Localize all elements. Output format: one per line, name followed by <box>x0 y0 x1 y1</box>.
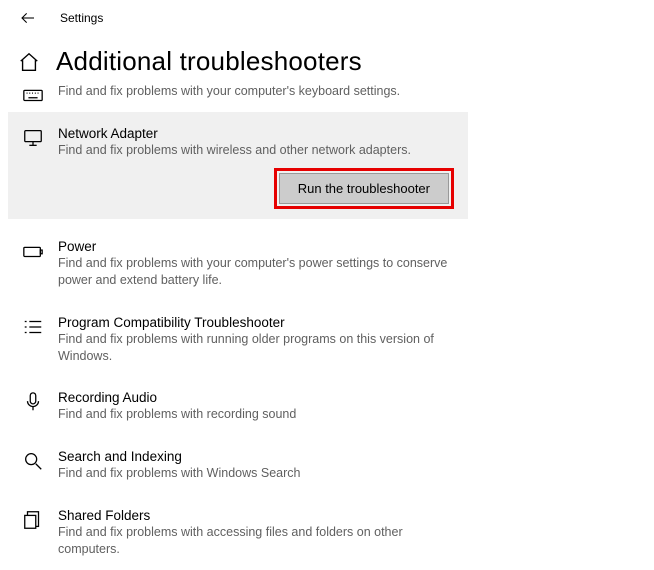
highlight-box: Run the troubleshooter <box>274 168 454 209</box>
window-title: Settings <box>60 11 103 25</box>
item-title: Power <box>58 239 458 254</box>
page-title: Additional troubleshooters <box>56 46 362 77</box>
item-title: Shared Folders <box>58 508 458 523</box>
back-button[interactable] <box>18 8 38 28</box>
run-troubleshooter-button[interactable]: Run the troubleshooter <box>279 173 449 204</box>
list-icon <box>18 315 48 338</box>
item-title: Network Adapter <box>58 126 458 141</box>
keyboard-icon <box>18 83 48 106</box>
item-desc: Find and fix problems with accessing fil… <box>58 524 458 558</box>
item-desc: Find and fix problems with your computer… <box>58 83 458 100</box>
item-desc: Find and fix problems with Windows Searc… <box>58 465 458 482</box>
microphone-icon <box>18 390 48 413</box>
troubleshooter-item-search-indexing[interactable]: Search and Indexing Find and fix problem… <box>8 443 468 488</box>
search-icon <box>18 449 48 472</box>
monitor-icon <box>18 126 48 149</box>
power-icon <box>18 239 48 262</box>
item-desc: Find and fix problems with wireless and … <box>58 142 458 159</box>
troubleshooter-item-recording-audio[interactable]: Recording Audio Find and fix problems wi… <box>8 384 468 429</box>
troubleshooter-item-shared-folders[interactable]: Shared Folders Find and fix problems wit… <box>8 502 468 564</box>
troubleshooter-item-program-compat[interactable]: Program Compatibility Troubleshooter Fin… <box>8 309 468 371</box>
troubleshooter-item-keyboard[interactable]: Find and fix problems with your computer… <box>8 83 468 112</box>
item-title: Program Compatibility Troubleshooter <box>58 315 458 330</box>
troubleshooter-item-network-adapter[interactable]: Network Adapter Find and fix problems wi… <box>8 112 468 219</box>
item-title: Search and Indexing <box>58 449 458 464</box>
item-desc: Find and fix problems with recording sou… <box>58 406 458 423</box>
item-desc: Find and fix problems with running older… <box>58 331 458 365</box>
troubleshooter-item-power[interactable]: Power Find and fix problems with your co… <box>8 233 468 295</box>
item-desc: Find and fix problems with your computer… <box>58 255 458 289</box>
folder-icon <box>18 508 48 531</box>
home-icon[interactable] <box>18 51 40 73</box>
item-title: Recording Audio <box>58 390 458 405</box>
